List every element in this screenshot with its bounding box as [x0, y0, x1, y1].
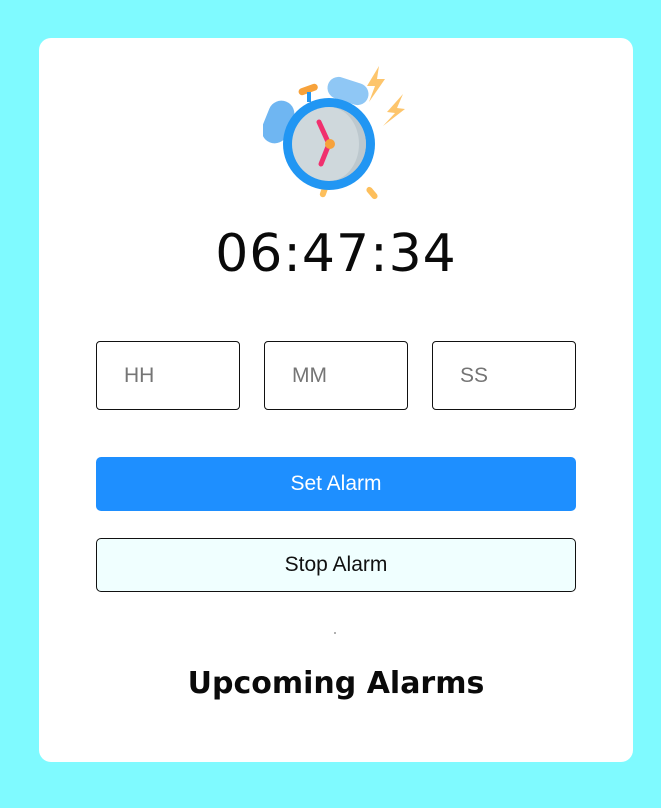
hours-input[interactable] — [96, 341, 240, 410]
alarm-list-placeholder — [334, 632, 336, 634]
current-time: 06:47:34 — [215, 224, 457, 284]
seconds-input[interactable] — [432, 341, 576, 410]
alarm-card: 06:47:34 Set Alarm Stop Alarm Upcoming A… — [39, 38, 633, 762]
minutes-input[interactable] — [264, 341, 408, 410]
upcoming-alarms-heading: Upcoming Alarms — [187, 666, 485, 701]
alarm-clock-icon — [261, 64, 413, 206]
set-alarm-button[interactable]: Set Alarm — [96, 457, 576, 511]
alarm-time-inputs — [96, 341, 576, 410]
stop-alarm-button[interactable]: Stop Alarm — [96, 538, 576, 592]
